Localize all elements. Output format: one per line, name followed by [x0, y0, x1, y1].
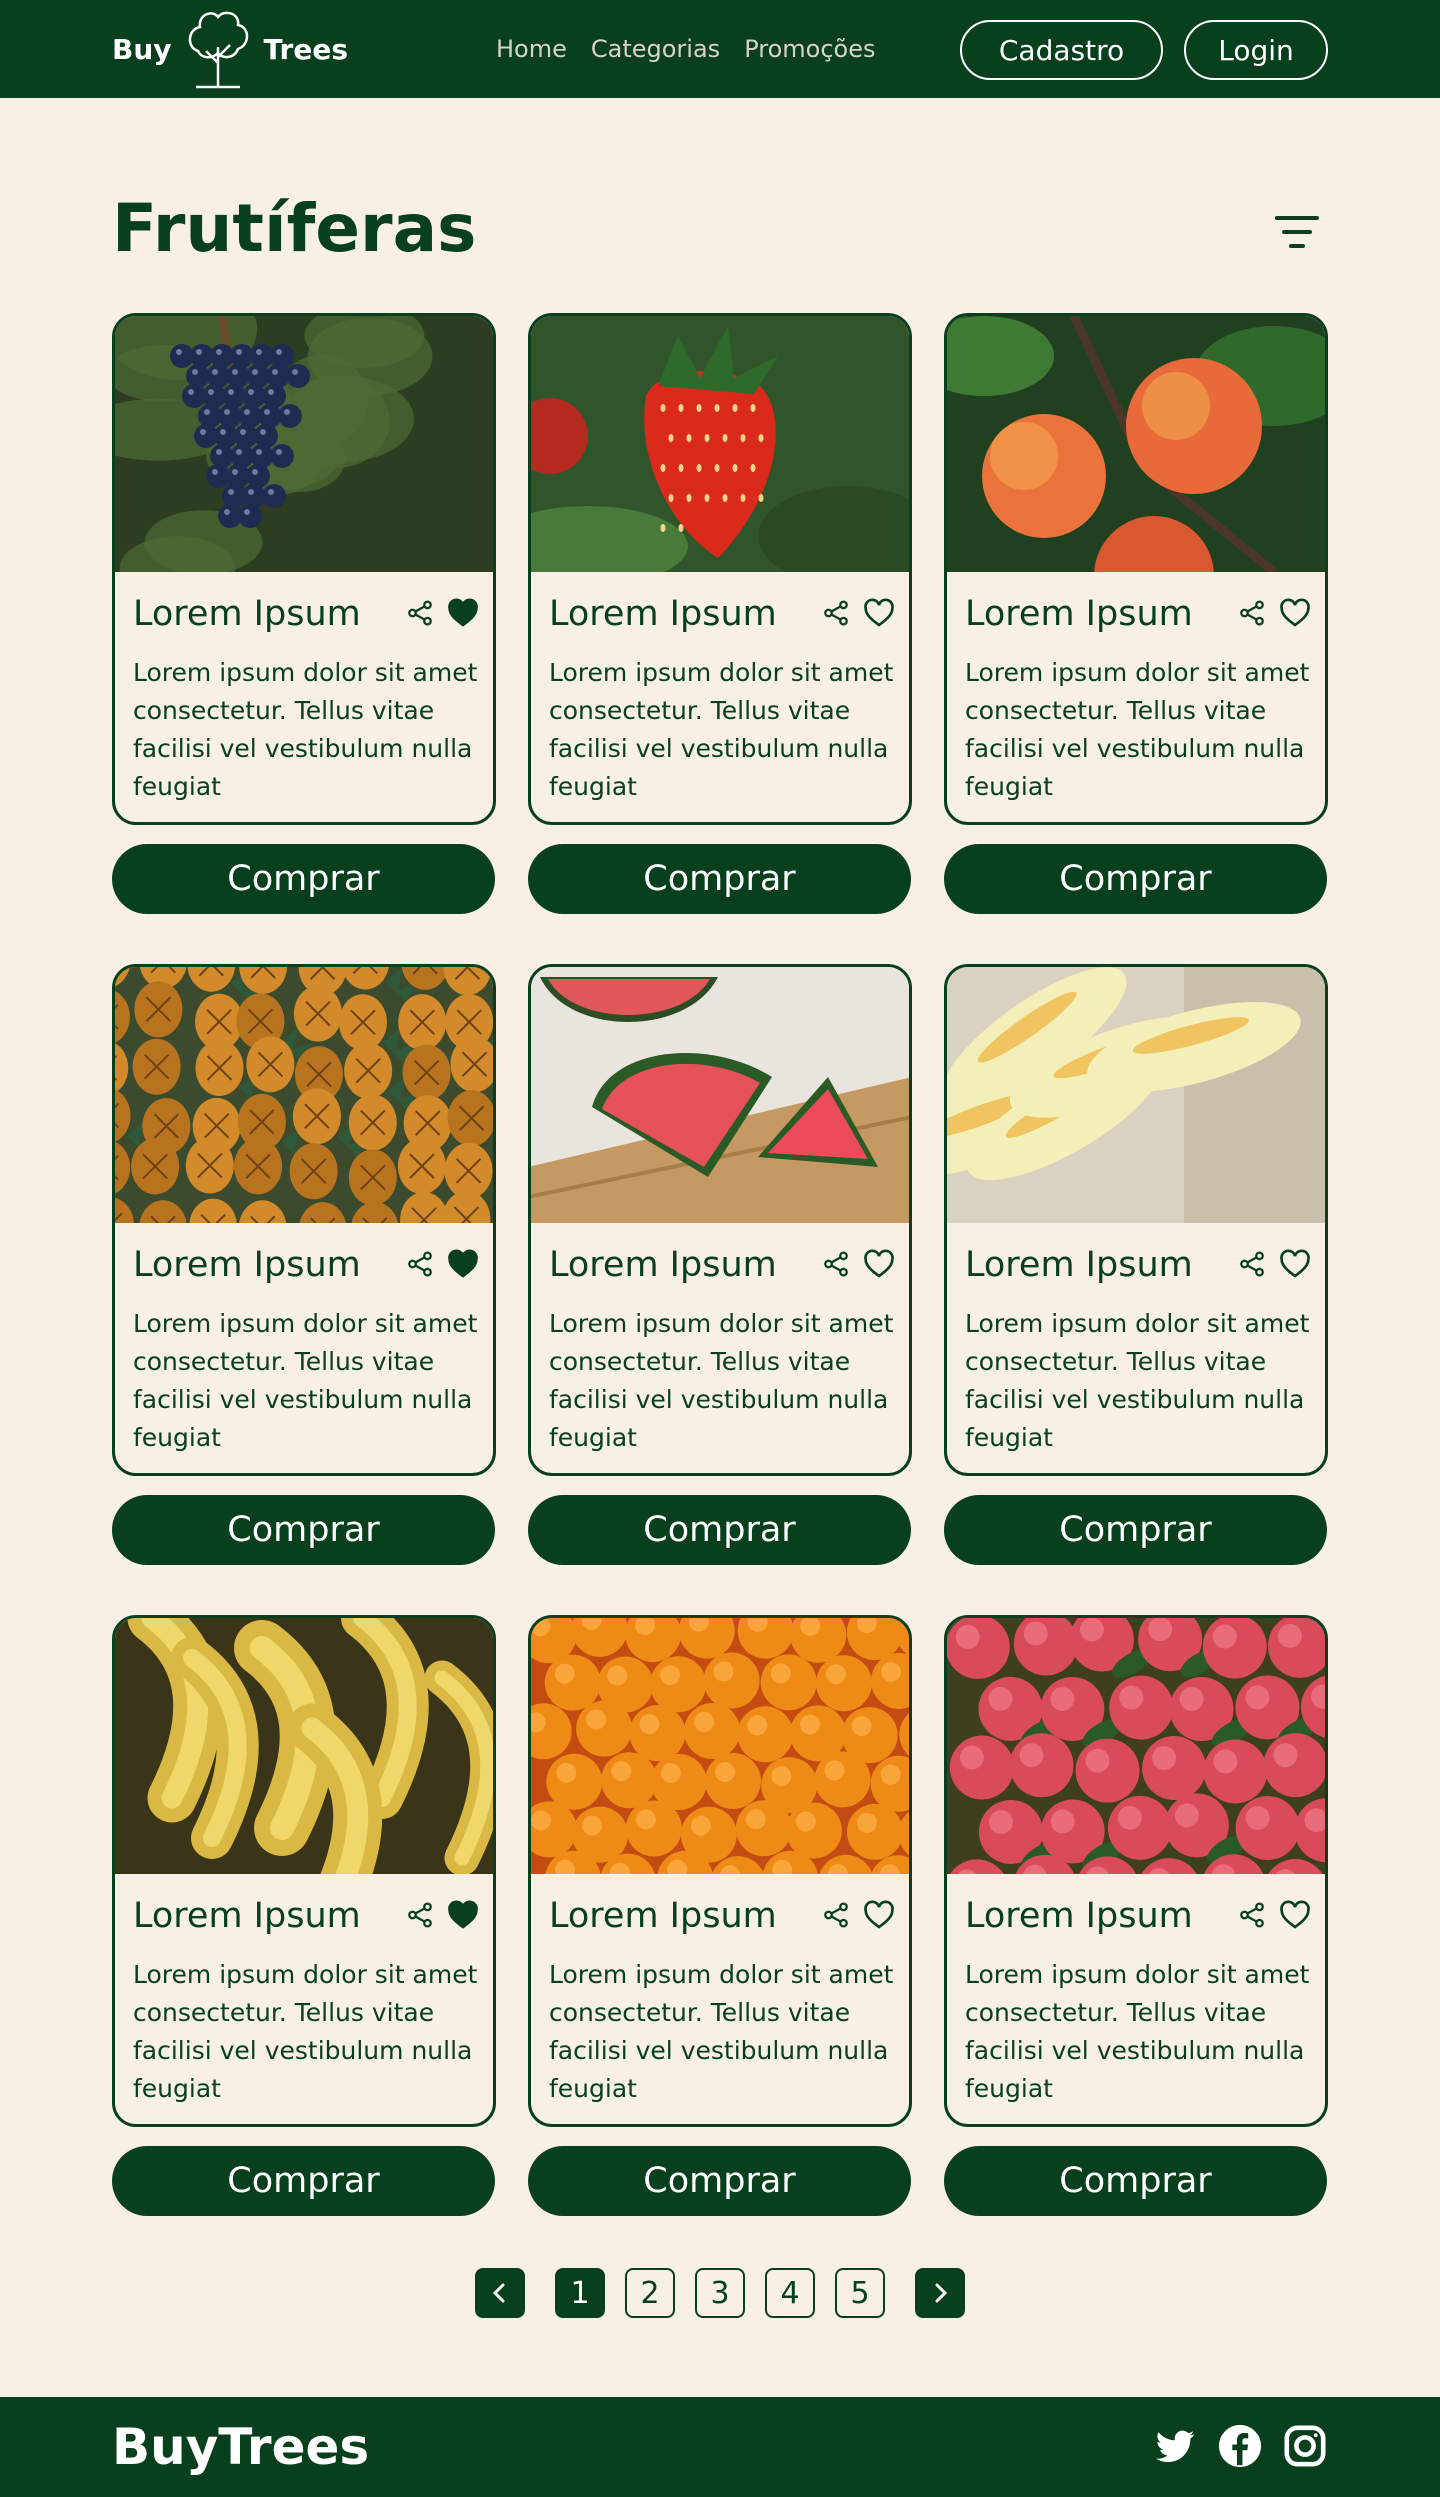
heart-filled-icon[interactable] — [447, 1900, 479, 1930]
product-image — [115, 316, 493, 572]
product-actions — [1237, 598, 1311, 628]
share-icon[interactable] — [821, 1249, 851, 1279]
chevron-right-icon — [935, 2283, 948, 2303]
facebook-icon[interactable] — [1217, 2423, 1263, 2469]
product-title: Lorem Ipsum — [965, 1896, 1193, 1936]
product-title: Lorem Ipsum — [549, 1245, 777, 1285]
buy-button[interactable]: Comprar — [944, 2146, 1327, 2216]
share-icon[interactable] — [1237, 598, 1267, 628]
pagination-page-3[interactable]: 3 — [695, 2268, 745, 2318]
instagram-icon[interactable] — [1282, 2423, 1328, 2469]
heart-icon[interactable] — [863, 598, 895, 628]
pagination-prev-button[interactable] — [475, 2268, 525, 2318]
footer: BuyTrees — [0, 2397, 1440, 2497]
product-title: Lorem Ipsum — [965, 594, 1193, 634]
product-description: Lorem ipsum dolor sit amet consectetur. … — [549, 1309, 894, 1452]
product-image — [115, 1618, 493, 1874]
share-icon[interactable] — [405, 598, 435, 628]
product-actions — [821, 1249, 895, 1279]
logo-text-left: Buy — [112, 32, 172, 66]
product-card[interactable]: Lorem Ipsum Lorem ipsum dolor sit amet co… — [944, 1615, 1328, 2127]
buy-button[interactable]: Comprar — [112, 844, 495, 914]
pagination-page-2[interactable]: 2 — [625, 2268, 675, 2318]
pagination-next-button[interactable] — [915, 2268, 965, 2318]
product-actions — [405, 1249, 479, 1279]
product-title: Lorem Ipsum — [549, 1896, 777, 1936]
share-icon[interactable] — [1237, 1249, 1267, 1279]
product-title: Lorem Ipsum — [965, 1245, 1193, 1285]
product-card[interactable]: Lorem Ipsum Lorem ipsum dolor sit amet co… — [112, 313, 496, 825]
product-actions — [405, 598, 479, 628]
product-description: Lorem ipsum dolor sit amet consectetur. … — [549, 658, 894, 801]
product-description: Lorem ipsum dolor sit amet consectetur. … — [133, 1960, 478, 2103]
pagination-page-1[interactable]: 1 — [555, 2268, 605, 2318]
chevron-left-icon — [492, 2283, 505, 2303]
header: Buy Trees Home Categorias Promoções Cada… — [0, 0, 1440, 98]
nav-promocoes[interactable]: Promoções — [744, 35, 875, 63]
product-image — [531, 316, 909, 572]
product-image — [531, 967, 909, 1223]
pagination-page-5[interactable]: 5 — [835, 2268, 885, 2318]
product-card[interactable]: Lorem Ipsum Lorem ipsum dolor sit amet co… — [944, 313, 1328, 825]
product-description: Lorem ipsum dolor sit amet consectetur. … — [549, 1960, 894, 2103]
login-button[interactable]: Login — [1184, 20, 1328, 80]
logo-text-right: Trees — [263, 32, 349, 66]
nav-categorias[interactable]: Categorias — [591, 35, 720, 63]
buy-button[interactable]: Comprar — [528, 844, 911, 914]
share-icon[interactable] — [405, 1249, 435, 1279]
buy-button[interactable]: Comprar — [528, 1495, 911, 1565]
buy-button[interactable]: Comprar — [944, 844, 1327, 914]
share-icon[interactable] — [821, 598, 851, 628]
tree-logo-icon — [188, 11, 248, 89]
buy-button[interactable]: Comprar — [112, 2146, 495, 2216]
product-image — [947, 1618, 1325, 1874]
product-title: Lorem Ipsum — [133, 1896, 361, 1936]
share-icon[interactable] — [405, 1900, 435, 1930]
product-card[interactable]: Lorem Ipsum Lorem ipsum dolor sit amet co… — [528, 1615, 912, 2127]
pagination-page-4[interactable]: 4 — [765, 2268, 815, 2318]
product-card[interactable]: Lorem Ipsum Lorem ipsum dolor sit amet co… — [112, 964, 496, 1476]
product-description: Lorem ipsum dolor sit amet consectetur. … — [133, 1309, 478, 1452]
filter-icon[interactable] — [1274, 212, 1320, 252]
main-nav: Home Categorias Promoções — [496, 0, 875, 98]
page-title: Frutíferas — [112, 190, 477, 267]
product-image — [115, 967, 493, 1223]
heart-icon[interactable] — [1279, 1900, 1311, 1930]
share-icon[interactable] — [1237, 1900, 1267, 1930]
product-card[interactable]: Lorem Ipsum Lorem ipsum dolor sit amet co… — [528, 964, 912, 1476]
product-actions — [1237, 1249, 1311, 1279]
product-actions — [405, 1900, 479, 1930]
product-actions — [1237, 1900, 1311, 1930]
logo[interactable]: Buy Trees — [112, 0, 348, 98]
twitter-icon[interactable] — [1152, 2423, 1198, 2469]
share-icon[interactable] — [821, 1900, 851, 1930]
product-title: Lorem Ipsum — [133, 594, 361, 634]
product-description: Lorem ipsum dolor sit amet consectetur. … — [133, 658, 478, 801]
product-image — [947, 316, 1325, 572]
product-actions — [821, 598, 895, 628]
heart-icon[interactable] — [863, 1900, 895, 1930]
product-title: Lorem Ipsum — [549, 594, 777, 634]
product-description: Lorem ipsum dolor sit amet consectetur. … — [965, 1309, 1310, 1452]
product-card[interactable]: Lorem Ipsum Lorem ipsum dolor sit amet co… — [944, 964, 1328, 1476]
product-image — [531, 1618, 909, 1874]
heart-filled-icon[interactable] — [447, 1249, 479, 1279]
nav-home[interactable]: Home — [496, 35, 567, 63]
signup-button[interactable]: Cadastro — [960, 20, 1163, 80]
product-card[interactable]: Lorem Ipsum Lorem ipsum dolor sit amet co… — [528, 313, 912, 825]
buy-button[interactable]: Comprar — [112, 1495, 495, 1565]
heart-icon[interactable] — [863, 1249, 895, 1279]
product-card[interactable]: Lorem Ipsum Lorem ipsum dolor sit amet co… — [112, 1615, 496, 2127]
buy-button[interactable]: Comprar — [528, 2146, 911, 2216]
footer-brand: BuyTrees — [112, 2418, 370, 2476]
product-actions — [821, 1900, 895, 1930]
product-image — [947, 967, 1325, 1223]
product-description: Lorem ipsum dolor sit amet consectetur. … — [965, 1960, 1310, 2103]
heart-icon[interactable] — [1279, 598, 1311, 628]
buy-button[interactable]: Comprar — [944, 1495, 1327, 1565]
heart-icon[interactable] — [1279, 1249, 1311, 1279]
heart-filled-icon[interactable] — [447, 598, 479, 628]
product-title: Lorem Ipsum — [133, 1245, 361, 1285]
product-description: Lorem ipsum dolor sit amet consectetur. … — [965, 658, 1310, 801]
